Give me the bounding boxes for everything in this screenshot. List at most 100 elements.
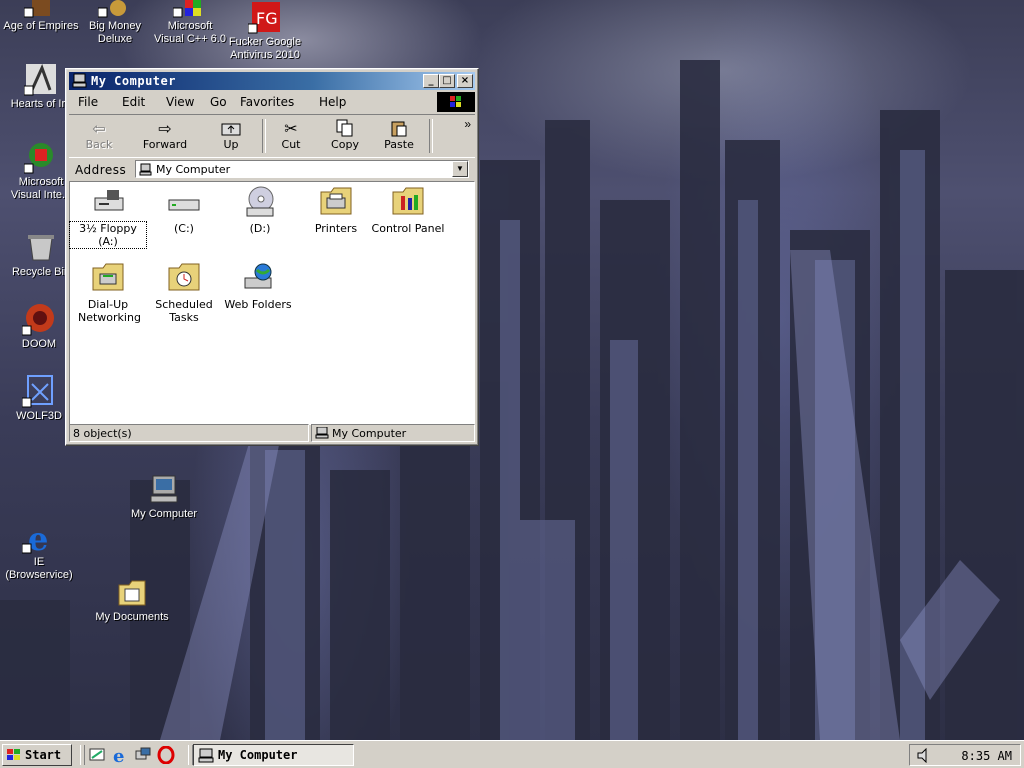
desktop-icon-label: IE (Browservice) — [5, 556, 73, 581]
item-web-folders[interactable]: Web Folders — [220, 262, 296, 311]
menu-help[interactable]: Help — [319, 95, 346, 109]
menu-file[interactable]: File — [78, 95, 98, 109]
back-button[interactable]: ⇦ Back — [73, 118, 125, 152]
clock[interactable]: 8:35 AM — [961, 749, 1012, 763]
svg-text:e: e — [113, 746, 124, 764]
address-label: Address — [75, 163, 127, 177]
volume-icon[interactable] — [916, 747, 932, 764]
money-bag-icon — [97, 0, 132, 18]
quicklaunch-desktop-icon[interactable] — [88, 746, 106, 764]
age-of-empires-icon — [23, 0, 58, 18]
status-object-count: 8 object(s) — [69, 424, 309, 442]
svg-text:FG: FG — [256, 9, 278, 28]
desktop-icon-label: Recycle Bin — [11, 266, 71, 278]
copy-button[interactable]: Copy — [319, 118, 371, 151]
desktop-icon-label: Fucker Google Antivirus 2010 — [228, 36, 302, 61]
start-button[interactable]: Start — [2, 744, 72, 766]
desktop-icon-visual-cpp[interactable]: Microsoft Visual C++ 6.0 — [151, 0, 229, 46]
item-control-panel[interactable]: Control Panel — [370, 186, 446, 235]
item-label: Web Folders — [224, 298, 292, 311]
desktop-icon-my-computer[interactable]: My Computer — [125, 472, 203, 521]
quicklaunch-ie-icon[interactable]: e — [111, 746, 129, 767]
computer-icon — [139, 163, 152, 176]
status-location: My Computer — [311, 424, 475, 442]
cd-drive-icon — [243, 186, 277, 218]
dial-up-folder-icon — [91, 262, 125, 294]
desktop-icon-label: Age of Empires — [3, 20, 79, 32]
desktop-icon-label: My Computer — [130, 508, 198, 520]
taskbar: Start e My Computer 8:35 AM — [0, 740, 1024, 768]
paste-button[interactable]: Paste — [373, 118, 425, 151]
computer-icon — [72, 73, 87, 88]
quicklaunch-grip[interactable] — [80, 745, 85, 765]
desktop-icon-label: Hearts of Iro — [10, 98, 72, 110]
item-floppy[interactable]: 3½ Floppy (A:) — [69, 186, 147, 249]
item-label: Dial-Up Networking — [78, 298, 141, 324]
my-computer-icon — [147, 472, 181, 506]
item-label: (C:) — [174, 222, 194, 235]
scissors-icon: ✂ — [284, 118, 298, 138]
desktop-icon-label: Microsoft Visual C++ 6.0 — [154, 20, 226, 45]
address-bar: Address My Computer ▼ — [69, 158, 475, 180]
menu-view[interactable]: View — [166, 95, 194, 109]
desktop-icon-age-of-empires[interactable]: Age of Empires — [2, 0, 80, 33]
close-button[interactable]: × — [457, 74, 473, 88]
quicklaunch-opera-icon[interactable] — [157, 745, 175, 765]
control-panel-folder-icon — [391, 186, 425, 218]
window-titlebar[interactable]: My Computer _ □ × — [69, 72, 475, 90]
desktop-icon-label: My Documents — [95, 611, 169, 623]
my-computer-window[interactable]: My Computer _ □ × File Edit View Go Favo… — [65, 68, 479, 446]
toolbar-overflow-button[interactable]: » — [464, 117, 471, 131]
address-field[interactable]: My Computer ▼ — [135, 160, 469, 178]
desktop-icon-ie[interactable]: e IE (Browservice) — [0, 520, 78, 582]
visual-cpp-icon — [172, 0, 207, 18]
windows-flag-icon — [6, 748, 22, 762]
clipboard-icon — [373, 118, 425, 138]
windows-logo-icon — [437, 92, 475, 112]
up-folder-icon — [205, 118, 257, 138]
minimize-button[interactable]: _ — [423, 74, 439, 88]
desktop-icon-big-money[interactable]: Big Money Deluxe — [76, 0, 154, 46]
computer-icon — [315, 426, 329, 439]
item-printers[interactable]: Printers — [298, 186, 374, 235]
printers-folder-icon — [319, 186, 353, 218]
toolbar: ⇦ Back ⇨ Forward Up ✂ Cut Copy Paste » — [69, 114, 475, 158]
item-label: Printers — [314, 222, 358, 235]
my-documents-icon — [115, 575, 149, 609]
item-drive-d[interactable]: (D:) — [222, 186, 298, 235]
menu-go[interactable]: Go — [210, 95, 227, 109]
item-label: (D:) — [249, 222, 271, 235]
forward-arrow-icon: ⇨ — [158, 118, 172, 138]
cut-button[interactable]: ✂ Cut — [265, 118, 317, 152]
scheduled-tasks-folder-icon — [167, 262, 201, 294]
forward-button[interactable]: ⇨ Forward — [139, 118, 191, 152]
taskbar-button-my-computer[interactable]: My Computer — [193, 744, 354, 766]
floppy-drive-icon — [91, 186, 125, 218]
system-tray: 8:35 AM — [909, 744, 1021, 766]
maximize-button[interactable]: □ — [439, 74, 455, 88]
item-label: Scheduled Tasks — [155, 298, 213, 324]
web-folders-icon — [241, 262, 275, 294]
up-button[interactable]: Up — [205, 118, 257, 151]
item-dial-up[interactable]: Dial-Up Networking — [70, 262, 146, 324]
visual-interdev-icon — [23, 140, 58, 174]
menu-edit[interactable]: Edit — [122, 95, 145, 109]
item-drive-c[interactable]: (C:) — [146, 186, 222, 235]
fg-antivirus-icon: FG — [247, 0, 282, 34]
doom-icon — [21, 302, 56, 336]
hearts-of-iron-icon — [23, 62, 58, 96]
back-arrow-icon: ⇦ — [92, 118, 106, 138]
item-scheduled-tasks[interactable]: Scheduled Tasks — [146, 262, 222, 324]
chevron-down-icon[interactable]: ▼ — [452, 161, 468, 177]
recycle-bin-icon — [24, 230, 58, 264]
internet-explorer-icon: e — [21, 520, 56, 558]
quicklaunch-network-icon[interactable] — [134, 746, 152, 764]
file-view[interactable]: 3½ Floppy (A:) (C:) (D:) Printers Contro… — [69, 181, 475, 425]
item-label: 3½ Floppy (A:) — [69, 221, 147, 249]
menu-favorites[interactable]: Favorites — [240, 95, 294, 109]
desktop-icon-label: DOOM — [21, 338, 57, 350]
address-value: My Computer — [156, 163, 231, 176]
desktop-icon-my-documents[interactable]: My Documents — [93, 575, 171, 624]
wolf3d-icon — [21, 374, 56, 408]
desktop-icon-fg-antivirus[interactable]: FG Fucker Google Antivirus 2010 — [226, 0, 304, 62]
